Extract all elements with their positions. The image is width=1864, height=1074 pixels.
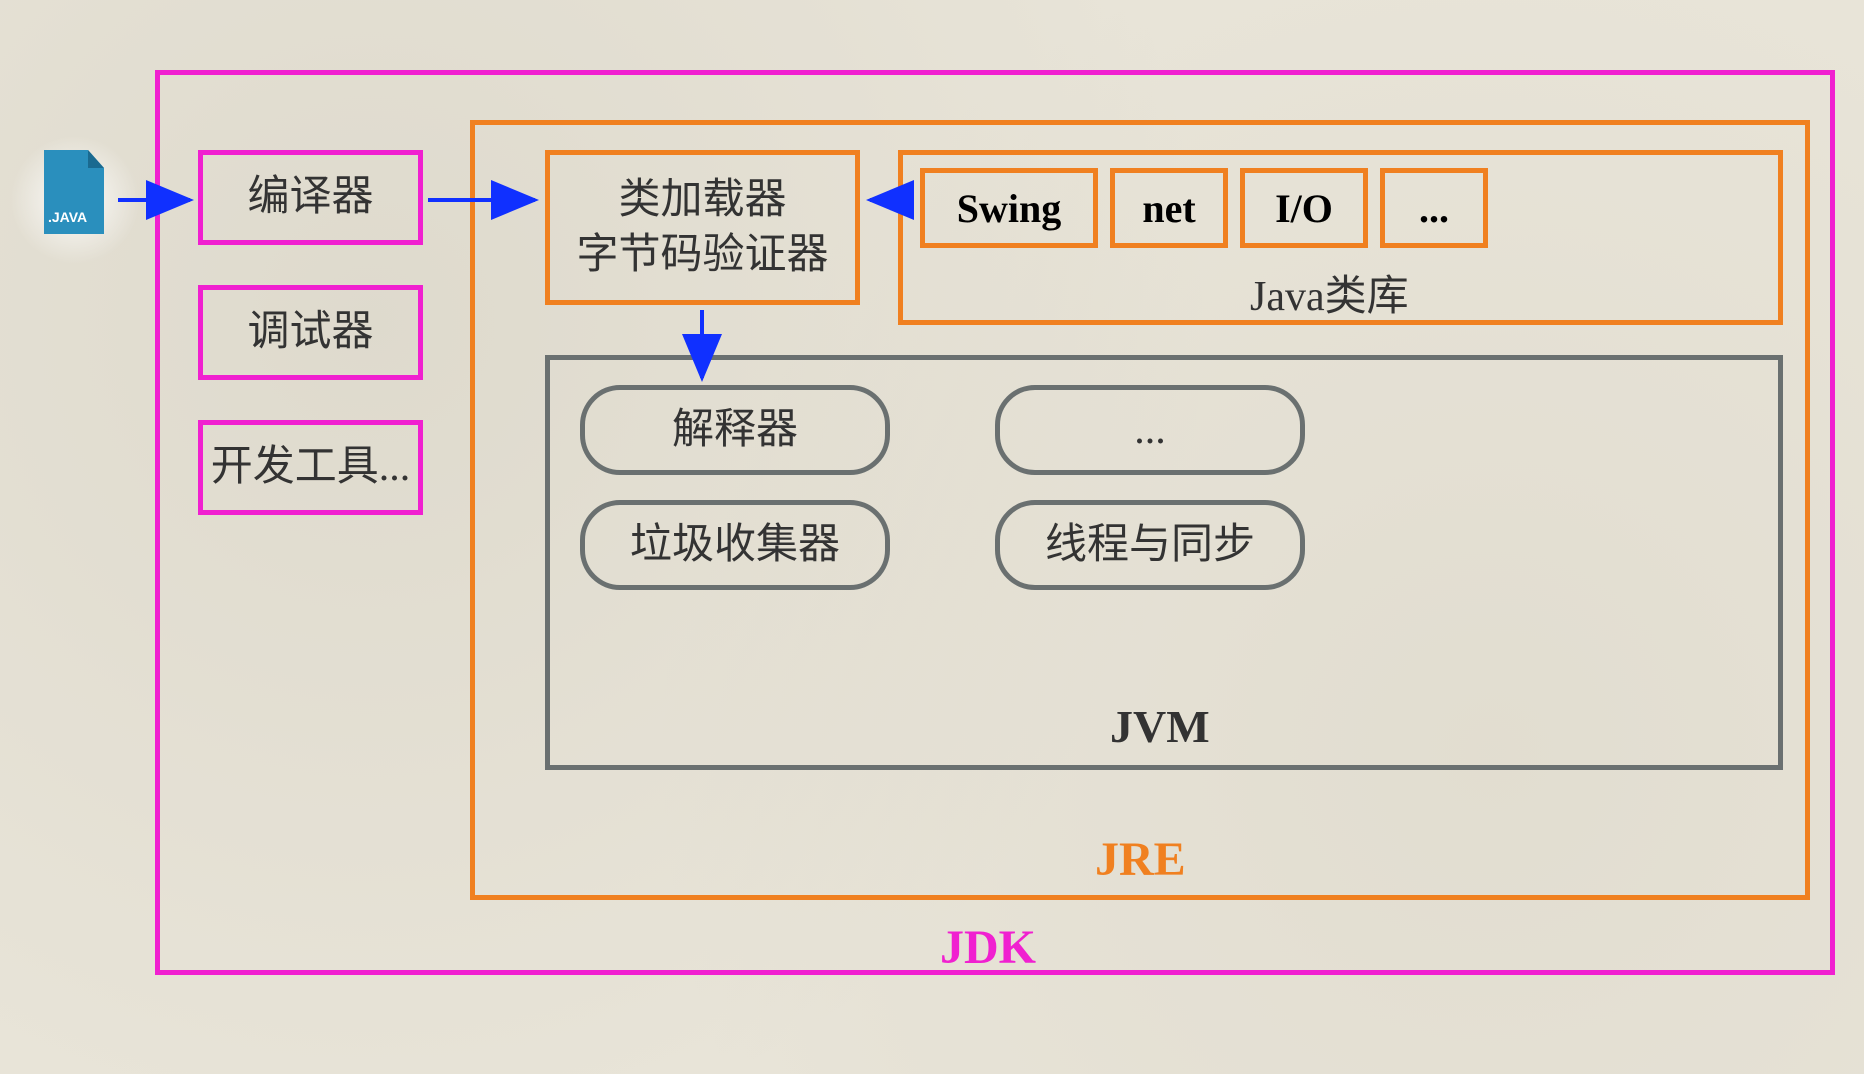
lib-more-label: ... — [1419, 185, 1449, 232]
classloader-box: 类加载器 字节码验证器 — [545, 150, 860, 305]
devtools-box: 开发工具... — [198, 420, 423, 515]
lib-net-label: net — [1142, 185, 1195, 232]
java-file-icon: .JAVA — [40, 150, 108, 238]
debugger-box: 调试器 — [198, 285, 423, 380]
jvm-more-label: ... — [1134, 403, 1166, 458]
java-file-label: .JAVA — [48, 209, 87, 225]
jvm-interpreter-box: 解释器 — [580, 385, 890, 475]
jvm-threads-label: 线程与同步 — [1045, 518, 1255, 573]
libraries-label: Java类库 — [1250, 262, 1409, 323]
compiler-box: 编译器 — [198, 150, 423, 245]
lib-io-label: I/O — [1275, 185, 1333, 232]
jvm-interpreter-label: 解释器 — [672, 403, 798, 458]
library-net: net — [1110, 168, 1228, 248]
jre-label: JRE — [1095, 832, 1186, 887]
jvm-gc-box: 垃圾收集器 — [580, 500, 890, 590]
library-more: ... — [1380, 168, 1488, 248]
jvm-more-box: ... — [995, 385, 1305, 475]
debugger-label: 调试器 — [247, 305, 373, 360]
library-swing: Swing — [920, 168, 1098, 248]
compiler-label: 编译器 — [247, 170, 373, 225]
lib-swing-label: Swing — [957, 185, 1062, 232]
classloader-line2: 字节码验证器 — [576, 228, 828, 283]
jvm-label: JVM — [1110, 700, 1210, 753]
library-io: I/O — [1240, 168, 1368, 248]
devtools-label: 开发工具... — [211, 440, 411, 495]
jvm-threads-box: 线程与同步 — [995, 500, 1305, 590]
jdk-label: JDK — [940, 920, 1036, 975]
jvm-gc-label: 垃圾收集器 — [630, 518, 840, 573]
classloader-line1: 类加载器 — [618, 173, 786, 228]
